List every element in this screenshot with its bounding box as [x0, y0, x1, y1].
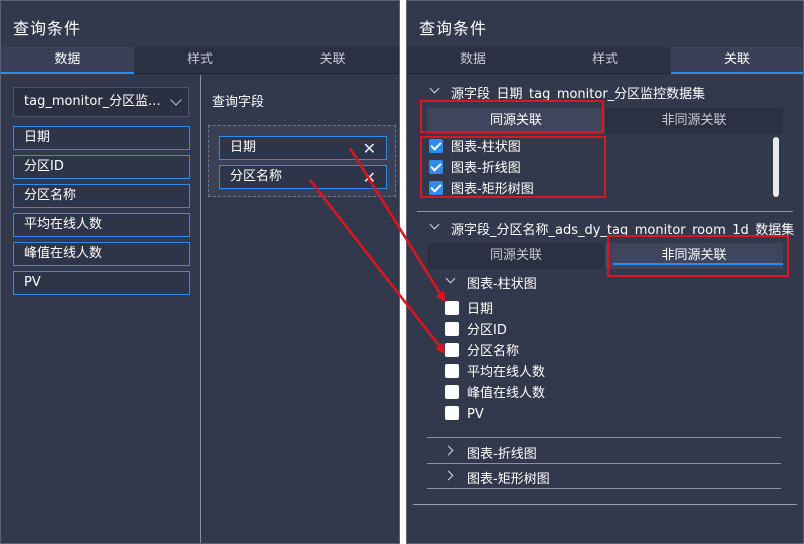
checkbox-checked-icon[interactable] [429, 181, 443, 195]
tab-data[interactable]: 数据 [407, 47, 539, 73]
field-item-partition-id[interactable]: 分区ID [13, 155, 190, 179]
target-field-partition-id[interactable]: 分区ID [445, 322, 507, 340]
query-chip-label: 日期 [230, 140, 257, 155]
scrollbar-thumb[interactable] [773, 137, 779, 197]
group-divider [427, 488, 781, 489]
right-tab-bar: 数据 样式 关联 [407, 47, 803, 74]
query-chip-label: 分区名称 [230, 169, 283, 184]
field-item-date[interactable]: 日期 [13, 126, 190, 150]
chevron-right-icon[interactable] [443, 470, 454, 481]
left-panel-title: 查询条件 [13, 19, 82, 38]
target-field-label: 平均在线人数 [467, 365, 546, 380]
field-list: 日期 分区ID 分区名称 平均在线人数 峰值在线人数 PV [13, 126, 190, 300]
target-field-label: 分区名称 [467, 344, 520, 359]
chevron-right-icon[interactable] [443, 445, 454, 456]
link-item-label: 图表-矩形树图 [451, 182, 534, 197]
target-field-partition-name[interactable]: 分区名称 [445, 343, 519, 361]
chevron-down-icon[interactable] [445, 273, 456, 284]
query-field-label: 查询字段 [212, 95, 265, 110]
checkbox-checked-icon[interactable] [429, 160, 443, 174]
left-config-panel: 查询条件 数据 样式 关联 tag_monitor_分区监... 日期 分区ID… [0, 0, 400, 544]
target-field-label: 峰值在线人数 [467, 386, 546, 401]
checkbox-unchecked-icon[interactable] [445, 322, 459, 336]
dataset-select-value: tag_monitor_分区监... [24, 94, 161, 109]
target-field-label: PV [467, 407, 484, 422]
subtab-same-source[interactable]: 同源关联 [427, 108, 605, 134]
subtab-cross-source[interactable]: 非同源关联 [605, 108, 783, 134]
field-item-avg-online[interactable]: 平均在线人数 [13, 213, 190, 237]
section-divider [413, 504, 797, 505]
subtab-cross-source[interactable]: 非同源关联 [605, 243, 783, 269]
target-field-date[interactable]: 日期 [445, 301, 493, 319]
group-line-chart-title[interactable]: 图表-折线图 [467, 443, 537, 462]
query-chip-partition-name[interactable]: 分区名称 ✕ [219, 165, 387, 189]
close-icon[interactable]: ✕ [363, 167, 376, 189]
query-field-column: 查询字段 日期 ✕ 分区名称 ✕ [202, 75, 399, 543]
target-field-label: 分区ID [467, 323, 507, 338]
chevron-down-icon[interactable] [429, 83, 440, 94]
target-field-label: 日期 [467, 302, 494, 317]
target-field-pv[interactable]: PV [445, 406, 484, 424]
checkbox-unchecked-icon[interactable] [445, 301, 459, 315]
section-date-subtabs: 同源关联 非同源关联 [427, 108, 783, 134]
tab-style[interactable]: 样式 [539, 47, 671, 73]
group-treemap-title[interactable]: 图表-矩形树图 [467, 468, 550, 487]
right-panel-title: 查询条件 [419, 19, 488, 38]
checkbox-unchecked-icon[interactable] [445, 406, 459, 420]
link-item-treemap-chart[interactable]: 图表-矩形树图 [429, 181, 534, 199]
left-tab-bar: 数据 样式 关联 [1, 47, 399, 74]
checkbox-unchecked-icon[interactable] [445, 385, 459, 399]
link-item-line-chart[interactable]: 图表-折线图 [429, 160, 521, 178]
section-partition-subtabs: 同源关联 非同源关联 [427, 243, 783, 269]
section-partition-name-title[interactable]: 源字段_分区名称_ads_dy_tag_monitor_room_1d_数据集 [451, 219, 794, 238]
query-field-drop-zone[interactable]: 日期 ✕ 分区名称 ✕ [208, 125, 396, 197]
link-item-bar-chart[interactable]: 图表-柱状图 [429, 139, 521, 157]
group-divider [427, 463, 781, 464]
target-field-avg-online[interactable]: 平均在线人数 [445, 364, 545, 382]
chevron-down-icon[interactable] [429, 219, 440, 230]
tab-link[interactable]: 关联 [671, 47, 803, 74]
group-divider [427, 437, 781, 438]
checkbox-checked-icon[interactable] [429, 139, 443, 153]
checkbox-unchecked-icon[interactable] [445, 343, 459, 357]
query-chip-date[interactable]: 日期 ✕ [219, 136, 387, 160]
checkbox-unchecked-icon[interactable] [445, 364, 459, 378]
link-item-label: 图表-折线图 [451, 161, 521, 176]
link-item-label: 图表-柱状图 [451, 140, 521, 155]
tab-link[interactable]: 关联 [266, 47, 399, 73]
target-field-peak-online[interactable]: 峰值在线人数 [445, 385, 545, 403]
section-divider [417, 211, 793, 212]
dataset-select[interactable]: tag_monitor_分区监... [13, 87, 189, 117]
field-item-partition-name[interactable]: 分区名称 [13, 184, 190, 208]
tab-style[interactable]: 样式 [134, 47, 267, 73]
chevron-down-icon [170, 94, 182, 106]
subtab-same-source[interactable]: 同源关联 [427, 243, 605, 269]
group-bar-chart-title[interactable]: 图表-柱状图 [467, 273, 537, 292]
field-item-peak-online[interactable]: 峰值在线人数 [13, 242, 190, 266]
dataset-field-column: tag_monitor_分区监... 日期 分区ID 分区名称 平均在线人数 峰… [1, 75, 201, 543]
field-item-pv[interactable]: PV [13, 271, 190, 295]
right-config-panel: 查询条件 数据 样式 关联 源字段_日期_tag_monitor_分区监控数据集… [406, 0, 804, 544]
close-icon[interactable]: ✕ [363, 138, 376, 160]
section-date-title[interactable]: 源字段_日期_tag_monitor_分区监控数据集 [451, 83, 705, 102]
tab-data[interactable]: 数据 [1, 47, 134, 74]
